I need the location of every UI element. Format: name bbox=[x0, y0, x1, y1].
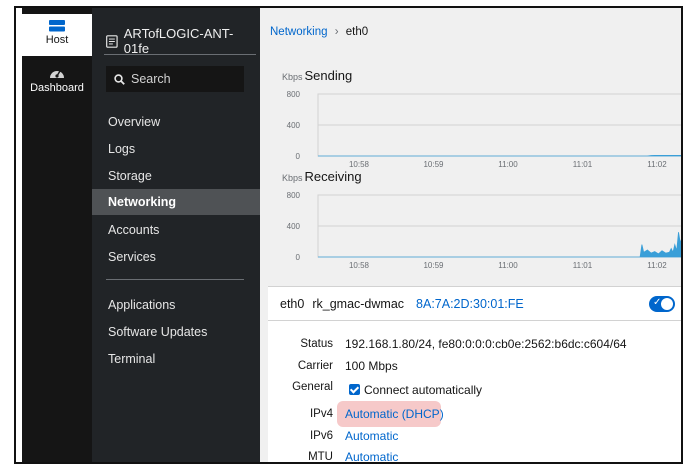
receiving-title-text: Receiving bbox=[304, 169, 362, 184]
x-tick-label: 11:02 bbox=[647, 160, 667, 169]
interface-driver: rk_gmac-dwmac bbox=[312, 296, 405, 311]
status-label: Status bbox=[300, 338, 333, 350]
y-tick-label: 800 bbox=[287, 191, 301, 200]
nav-item-logs[interactable]: Logs bbox=[92, 136, 260, 162]
x-tick-label: 10:59 bbox=[423, 160, 444, 169]
nav-item-label: Software Updates bbox=[108, 325, 208, 339]
x-tick-label: 11:00 bbox=[498, 160, 518, 169]
ipv6-label: IPv6 bbox=[309, 430, 333, 442]
host-name-label: ARTofLOGIC-ANT-01fe bbox=[123, 26, 234, 56]
nav-item-storage[interactable]: Storage bbox=[92, 163, 260, 189]
nav-item-accounts[interactable]: Accounts bbox=[92, 217, 260, 243]
nav-item-software-updates[interactable]: Software Updates bbox=[92, 319, 260, 345]
interface-card: eth0 rk_gmac-dwmac 8A:7A:2D:30:01:FE ✓ S… bbox=[268, 286, 681, 463]
nav-item-overview[interactable]: Overview bbox=[92, 109, 260, 135]
y-tick-label: 400 bbox=[287, 121, 301, 130]
y-tick-label: 800 bbox=[287, 90, 301, 99]
mtu-row: MTU Automatic bbox=[268, 448, 681, 463]
y-tick-label: 0 bbox=[296, 152, 301, 161]
gauge-icon bbox=[50, 70, 64, 78]
breadcrumb-networking-link[interactable]: Networking bbox=[270, 26, 328, 38]
nav-search-input[interactable]: Search bbox=[106, 66, 244, 92]
host-rail: Host Dashboard bbox=[22, 8, 92, 462]
sending-unit: Kbps bbox=[282, 72, 303, 82]
sending-chart: 800 400 0 10:58 10:59 11:00 11:01 11:02 bbox=[287, 90, 681, 169]
x-tick-label: 10:59 bbox=[423, 261, 444, 270]
carrier-row: Carrier 100 Mbps bbox=[268, 357, 681, 377]
x-tick-label: 11:00 bbox=[498, 261, 518, 270]
ipv4-row: IPv4 Automatic (DHCP) bbox=[268, 401, 681, 427]
ipv4-label: IPv4 bbox=[309, 408, 333, 420]
mtu-setting-link[interactable]: Automatic bbox=[345, 450, 398, 462]
status-row: Status 192.168.1.80/24, fe80:0:0:0:cb0e:… bbox=[268, 335, 681, 355]
nav-divider bbox=[106, 279, 244, 280]
y-tick-label: 0 bbox=[296, 253, 301, 262]
breadcrumb-separator: › bbox=[334, 26, 339, 38]
connect-automatically-checkbox[interactable]: Connect automatically bbox=[349, 383, 482, 397]
breadcrumb: Networking › eth0 bbox=[270, 26, 368, 38]
nav-item-label: Overview bbox=[108, 115, 161, 129]
status-value: 192.168.1.80/24, fe80:0:0:0:cb0e:2562:b6… bbox=[345, 337, 627, 351]
rail-host-label: Host bbox=[45, 34, 69, 46]
ipv4-setting-link[interactable]: Automatic (DHCP) bbox=[345, 407, 444, 421]
receiving-unit: Kbps bbox=[282, 173, 303, 183]
series-area bbox=[318, 155, 681, 157]
document-icon bbox=[106, 34, 118, 48]
main-content: Networking › eth0 Kbps Sending 800 400 0 10:… bbox=[260, 8, 681, 463]
rail-dashboard-label: Dashboard bbox=[30, 82, 84, 94]
interface-card-header: eth0 rk_gmac-dwmac 8A:7A:2D:30:01:FE ✓ bbox=[268, 287, 681, 321]
connect-automatically-label: Connect automatically bbox=[364, 383, 483, 397]
interface-name: eth0 bbox=[280, 296, 305, 311]
breadcrumb-current: eth0 bbox=[345, 26, 369, 38]
nav-item-label: Accounts bbox=[108, 223, 160, 237]
receiving-chart-title: Kbps Receiving bbox=[282, 169, 362, 184]
nav-item-label: Services bbox=[108, 250, 156, 264]
sending-chart-title: Kbps Sending bbox=[282, 68, 352, 83]
nav-item-label: Storage bbox=[108, 169, 152, 183]
host-switcher[interactable]: ARTofLOGIC-ANT-01fe bbox=[106, 26, 256, 56]
toggle-knob bbox=[661, 298, 673, 310]
sending-title-text: Sending bbox=[304, 68, 353, 83]
x-tick-label: 10:58 bbox=[349, 160, 370, 169]
receiving-chart: 800 400 0 10:58 10:59 11:00 11:01 11:02 bbox=[287, 191, 681, 270]
ipv6-setting-link[interactable]: Automatic bbox=[345, 429, 398, 443]
nav-item-label: Terminal bbox=[108, 352, 156, 366]
nav-item-networking[interactable]: Networking bbox=[92, 189, 260, 215]
nav-item-label: Logs bbox=[108, 142, 136, 156]
x-tick-label: 11:02 bbox=[647, 261, 667, 270]
x-tick-label: 10:58 bbox=[349, 261, 370, 270]
x-tick-label: 11:01 bbox=[573, 261, 593, 270]
rail-host-button[interactable]: Host bbox=[22, 14, 92, 56]
y-tick-label: 400 bbox=[287, 222, 301, 231]
nav-item-services[interactable]: Services bbox=[92, 244, 260, 270]
host-nav: ARTofLOGIC-ANT-01fe Search Overview Logs… bbox=[92, 8, 260, 462]
carrier-label: Carrier bbox=[297, 360, 333, 372]
rail-dashboard-button[interactable]: Dashboard bbox=[22, 62, 92, 102]
interface-enable-toggle[interactable]: ✓ bbox=[649, 296, 675, 312]
nav-item-label: Networking bbox=[108, 195, 177, 209]
search-icon bbox=[114, 73, 125, 85]
ipv6-row: IPv6 Automatic bbox=[268, 427, 681, 447]
x-tick-label: 11:01 bbox=[573, 160, 593, 169]
mtu-label: MTU bbox=[308, 451, 333, 463]
host-divider bbox=[104, 54, 256, 55]
server-icon bbox=[49, 20, 65, 32]
general-row: General Connect automatically bbox=[268, 378, 681, 398]
checkbox-checked-icon bbox=[349, 384, 360, 395]
nav-item-terminal[interactable]: Terminal bbox=[92, 346, 260, 372]
search-placeholder: Search bbox=[131, 72, 171, 86]
interface-mac[interactable]: 8A:7A:2D:30:01:FE bbox=[416, 297, 524, 311]
series-area bbox=[318, 232, 681, 258]
nav-item-applications[interactable]: Applications bbox=[92, 292, 260, 318]
cockpit-window: Host Dashboard ARTofLOGIC-ANT-01fe Searc… bbox=[14, 6, 683, 464]
general-label: General bbox=[292, 381, 333, 393]
nav-item-label: Applications bbox=[108, 298, 176, 312]
carrier-value: 100 Mbps bbox=[345, 359, 398, 373]
